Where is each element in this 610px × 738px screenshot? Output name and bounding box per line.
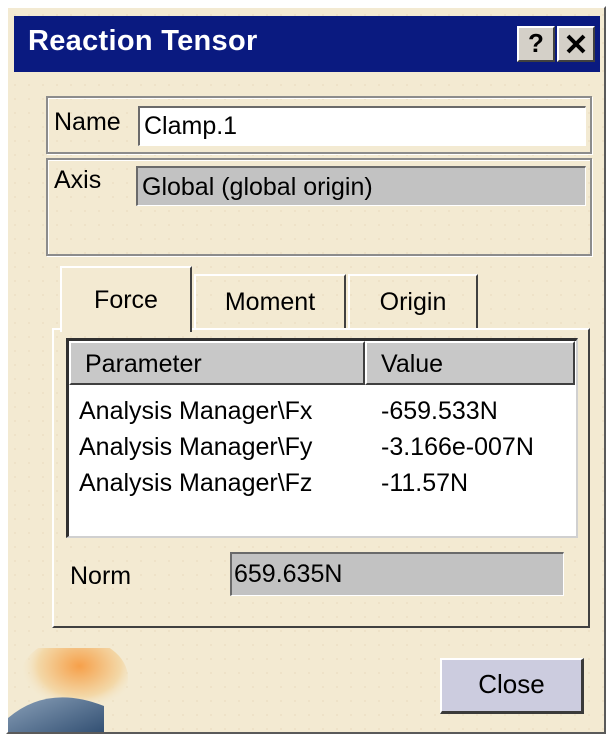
name-group: Name	[46, 96, 592, 154]
parameter-table[interactable]: Parameter Value Analysis Manager\Fx -659…	[66, 338, 578, 538]
axis-value-field: Global (global origin)	[136, 166, 586, 206]
help-button[interactable]: ?	[517, 26, 555, 62]
cell-value-fz[interactable]: -11.57N	[381, 469, 468, 498]
cell-parameter-fz[interactable]: Analysis Manager\Fz	[79, 469, 312, 498]
name-input[interactable]	[138, 106, 586, 146]
cell-value-fy[interactable]: -3.166e-007N	[381, 433, 534, 462]
axis-label: Axis	[54, 166, 102, 194]
close-button[interactable]: Close	[440, 658, 584, 714]
help-icon: ?	[528, 28, 544, 58]
norm-value-field: 659.635N	[230, 552, 564, 596]
force-tab-panel: Parameter Value Analysis Manager\Fx -659…	[52, 328, 590, 628]
cell-parameter-fy[interactable]: Analysis Manager\Fy	[79, 433, 312, 462]
tab-origin[interactable]: Origin	[348, 274, 478, 328]
axis-group: Axis Global (global origin)	[46, 158, 592, 256]
decorative-globe-graphic	[8, 648, 128, 732]
column-header-parameter[interactable]: Parameter	[69, 341, 365, 385]
title-bar[interactable]: Reaction Tensor ?	[14, 16, 600, 72]
window-title: Reaction Tensor	[28, 25, 258, 57]
name-label: Name	[54, 108, 121, 136]
reaction-tensor-dialog: Reaction Tensor ? Name Axis Global (glob…	[6, 6, 606, 734]
cell-value-fx[interactable]: -659.533N	[381, 397, 498, 426]
column-header-value[interactable]: Value	[365, 341, 575, 385]
tab-moment[interactable]: Moment	[194, 274, 346, 328]
tab-force[interactable]: Force	[60, 266, 192, 332]
norm-label: Norm	[70, 562, 132, 590]
cell-parameter-fx[interactable]: Analysis Manager\Fx	[79, 397, 312, 426]
close-icon	[566, 34, 586, 54]
window-close-button[interactable]	[557, 26, 595, 62]
